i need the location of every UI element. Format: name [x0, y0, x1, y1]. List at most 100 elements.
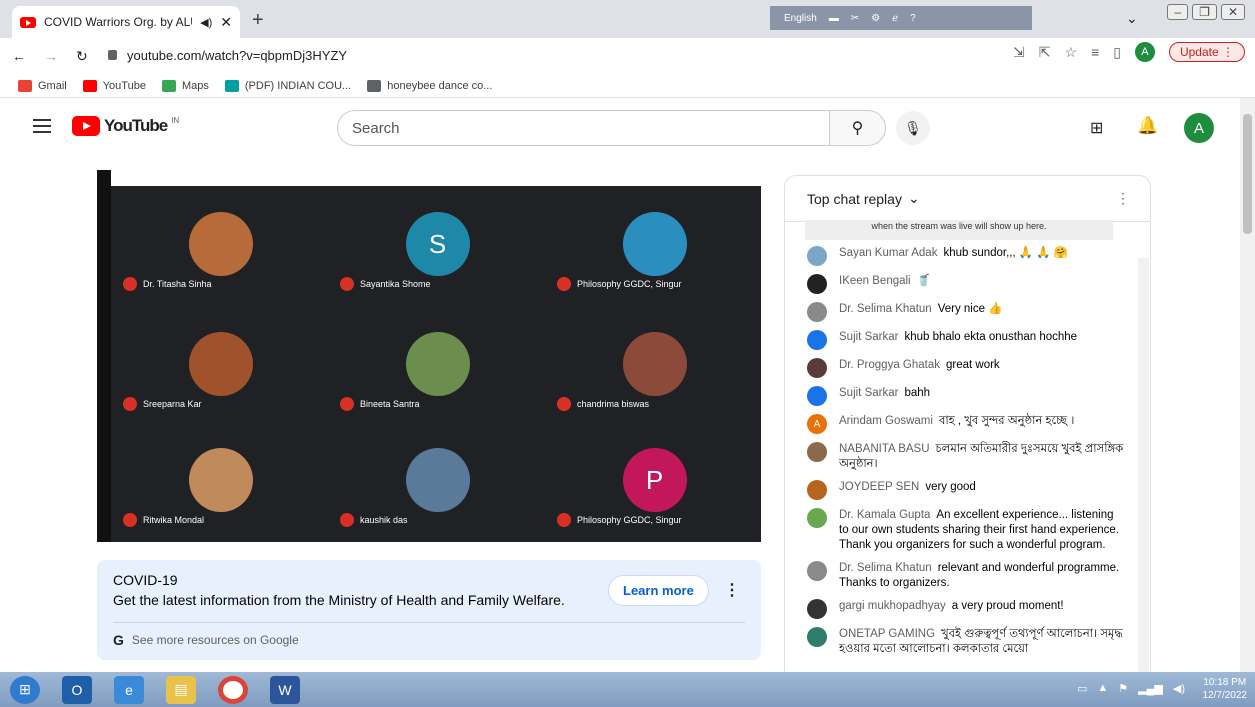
create-video-icon[interactable]: ⊞: [1090, 118, 1103, 138]
chat-text: Very nice 👍: [937, 303, 1003, 315]
bookmarks-bar: Gmail YouTube Maps (PDF) INDIAN COU... honey…: [0, 74, 1255, 98]
bookmark-label: Maps: [181, 79, 209, 92]
participant-tile: Ritwika Mondal: [113, 422, 328, 537]
network-icon[interactable]: ▂▄▆: [1138, 682, 1163, 695]
chat-message[interactable]: A Arindam Goswami বাহ , খুব সুন্দর অনুষ্ঠা…: [807, 414, 1125, 434]
participant-name: Philosophy GGDC, Singur: [577, 515, 682, 525]
chat-more-icon[interactable]: ⋮: [1116, 190, 1130, 207]
chrome-icon[interactable]: [218, 675, 248, 704]
bookmark-item[interactable]: Maps: [161, 79, 209, 92]
bookmark-item[interactable]: honeybee dance co...: [367, 79, 492, 92]
chat-message[interactable]: Sujit Sarkar khub bhalo ekta onusthan hoc…: [807, 330, 1125, 350]
update-label: Update: [1179, 45, 1219, 59]
chat-header[interactable]: Top chat replay ⌄ ⋮: [785, 176, 1150, 222]
volume-icon[interactable]: ◀): [1173, 682, 1185, 695]
bookmark-item[interactable]: YouTube: [82, 79, 146, 92]
account-avatar[interactable]: A: [1184, 113, 1214, 143]
youtube-logo[interactable]: YouTube IN: [72, 116, 179, 136]
microphone-icon[interactable]: 🎙: [896, 111, 930, 145]
participant-label: Sreeparna Kar: [123, 397, 202, 411]
mic-muted-icon: [557, 397, 571, 411]
close-window-icon[interactable]: ✕: [1220, 4, 1245, 20]
chat-message[interactable]: JOYDEEP SEN very good: [807, 480, 1125, 500]
menu-icon[interactable]: [33, 119, 51, 133]
participant-label: Dr. Titasha Sinha: [123, 277, 212, 291]
restore-icon[interactable]: ❐: [1192, 4, 1217, 20]
navigation-bar: ← → ↻ youtube.com/watch?v=qbpmDj3HYZY ⇲ …: [0, 38, 1255, 74]
file-explorer-icon[interactable]: ▤: [166, 675, 196, 704]
side-panel-icon[interactable]: ▯: [1113, 44, 1121, 61]
browser-tab[interactable]: COVID Warriors Org. by ALU ◀) ✕: [12, 6, 240, 38]
youtube-header: YouTube IN Search ⚲ 🎙 ⊞ 🔔 A: [0, 98, 1255, 158]
ime-icon: ▬: [828, 12, 839, 24]
chat-text: 🥤: [916, 275, 931, 287]
chat-avatar: [807, 627, 827, 647]
start-button[interactable]: ⊞: [10, 675, 40, 704]
update-button[interactable]: Update ⋮: [1168, 42, 1245, 62]
chat-message[interactable]: Sujit Sarkar bahh: [807, 386, 1125, 406]
participant-avatar: [622, 212, 687, 276]
share-icon[interactable]: ⇱: [1039, 44, 1051, 61]
chat-message[interactable]: Dr. Proggya Ghatak great work: [807, 358, 1125, 378]
tray-up-icon[interactable]: ▲: [1097, 682, 1108, 695]
notifications-icon[interactable]: 🔔: [1137, 116, 1158, 136]
chat-scrollbar[interactable]: [1138, 258, 1149, 674]
live-chat-panel: Top chat replay ⌄ ⋮ when the stream was …: [784, 175, 1151, 675]
chat-message[interactable]: Dr. Selima Khatun relevant and wonderful …: [807, 561, 1125, 591]
back-icon[interactable]: ←: [12, 48, 26, 64]
chat-avatar: [807, 442, 827, 462]
chat-message[interactable]: Dr. Selima Khatun Very nice 👍: [807, 302, 1125, 322]
profile-avatar[interactable]: A: [1134, 42, 1155, 62]
minimize-icon[interactable]: –: [1167, 4, 1189, 20]
learn-more-button[interactable]: Learn more: [608, 575, 709, 606]
language-bar[interactable]: English ▬ ✂ ⚙ ℯ ?: [770, 6, 1032, 30]
bookmark-star-icon[interactable]: ☆: [1065, 44, 1078, 61]
chat-author: Sayan Kumar Adak: [839, 247, 938, 259]
clock[interactable]: 10:18 PM 12/7/2022: [1203, 676, 1248, 702]
reload-icon[interactable]: ↻: [76, 48, 88, 65]
chat-message[interactable]: Sayan Kumar Adak khub sundor,,, 🙏 🙏 🤗: [807, 246, 1125, 266]
bookmark-item[interactable]: (PDF) INDIAN COU...: [224, 79, 351, 92]
tab-strip: COVID Warriors Org. by ALU ◀) ✕ + Englis…: [0, 0, 1255, 38]
chat-author: IKeen Bengali: [839, 275, 911, 287]
participant-tile: Sreeparna Kar: [113, 306, 328, 421]
page-scrollbar[interactable]: [1240, 98, 1255, 672]
chat-avatar: [807, 599, 827, 619]
address-bar[interactable]: youtube.com/watch?v=qbpmDj3HYZY: [108, 41, 988, 69]
more-options-icon[interactable]: ⋮: [724, 580, 740, 600]
bookmark-favicon-icon: [82, 79, 97, 92]
bookmark-label: Gmail: [38, 79, 67, 92]
bookmark-favicon-icon: [224, 79, 239, 92]
chat-avatar: [807, 302, 827, 322]
participant-avatar: P: [622, 448, 687, 512]
scroll-thumb[interactable]: [1243, 114, 1252, 234]
close-tab-icon[interactable]: ✕: [220, 14, 232, 31]
chat-message[interactable]: NABANITA BASU চলমান অতিমারীর দুঃসময়ে খুব…: [807, 442, 1125, 472]
flag-icon[interactable]: ⚑: [1118, 682, 1128, 695]
video-player[interactable]: Dr. Titasha Sinha S Sayantika Shome Philoso…: [97, 170, 761, 550]
new-tab-button[interactable]: +: [252, 9, 264, 32]
word-icon[interactable]: W: [270, 675, 300, 704]
search-input[interactable]: Search: [337, 110, 830, 146]
forward-icon[interactable]: →: [44, 48, 58, 64]
internet-explorer-icon[interactable]: e: [114, 675, 144, 704]
tab-search-icon[interactable]: ⌄: [1126, 10, 1138, 27]
chat-text: very good: [925, 481, 976, 493]
chat-message[interactable]: Dr. Kamala Gupta An excellent experience.…: [807, 508, 1125, 553]
reading-list-icon[interactable]: ≡: [1091, 44, 1099, 60]
chat-author: JOYDEEP SEN: [839, 481, 920, 493]
outlook-icon[interactable]: O: [62, 675, 92, 704]
video-top-strip: [97, 170, 761, 186]
bookmark-item[interactable]: Gmail: [18, 79, 67, 92]
search-button[interactable]: ⚲: [830, 110, 886, 146]
chat-message-list: Sayan Kumar Adak khub sundor,,, 🙏 🙏 🤗 IKee…: [807, 246, 1125, 665]
chat-message[interactable]: gargi mukhopadhyay a very proud moment!: [807, 599, 1125, 619]
participant-name: Ritwika Mondal: [143, 515, 205, 525]
chat-message[interactable]: IKeen Bengali 🥤: [807, 274, 1125, 294]
keyboard-icon[interactable]: ▭: [1077, 682, 1087, 695]
help-icon: ?: [910, 12, 916, 24]
install-icon[interactable]: ⇲: [1013, 44, 1025, 61]
audio-icon[interactable]: ◀): [200, 16, 212, 29]
see-more-link[interactable]: G See more resources on Google: [113, 632, 299, 648]
chat-message[interactable]: ONETAP GAMING খুবই গুরুত্বপূর্ণ তথ্যপূর্ণ…: [807, 627, 1125, 657]
